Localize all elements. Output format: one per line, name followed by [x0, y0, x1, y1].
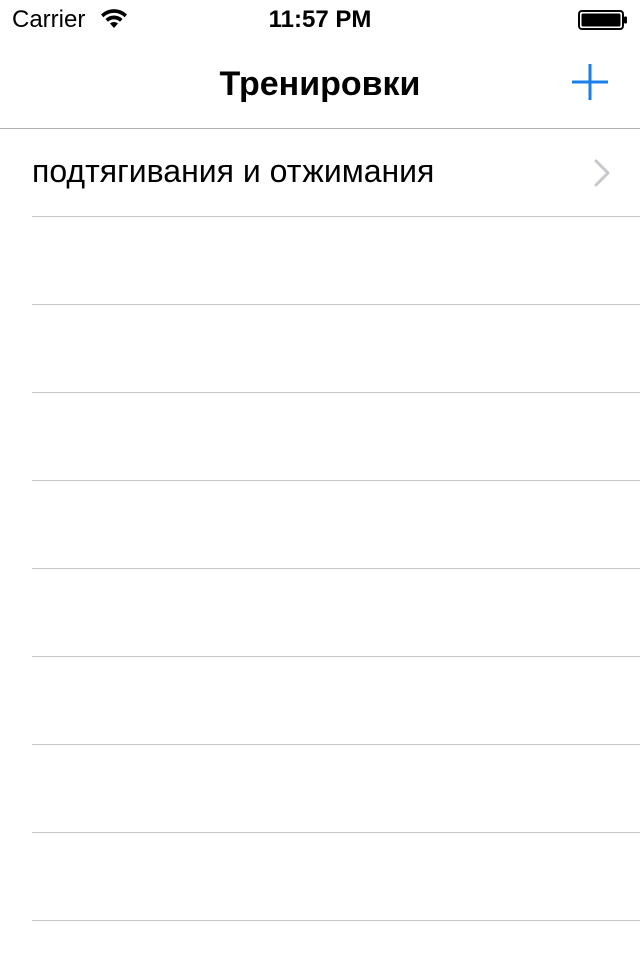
table-row-empty — [32, 481, 640, 569]
status-time: 11:57 PM — [268, 6, 372, 33]
table-row-empty — [32, 217, 640, 305]
table-row-empty — [32, 833, 640, 921]
navigation-bar: Тренировки — [0, 40, 640, 129]
table-row[interactable]: подтягивания и отжимания — [32, 129, 640, 217]
table-row-empty — [32, 305, 640, 393]
screen: Carrier 11:57 PM Тренировки подтягивания… — [0, 0, 640, 960]
add-button[interactable] — [570, 62, 610, 102]
table-row-empty — [32, 745, 640, 833]
plus-icon — [572, 64, 608, 100]
row-label: подтягивания и отжимания — [32, 153, 435, 189]
workouts-table: подтягивания и отжимания — [0, 129, 640, 921]
table-row-empty — [32, 393, 640, 481]
table-row-empty — [32, 569, 640, 657]
page-title: Тренировки — [219, 65, 421, 103]
status-bar: Carrier 11:57 PM — [0, 0, 640, 40]
table-row-empty — [32, 657, 640, 745]
chevron-right-icon — [594, 159, 610, 187]
battery-icon — [578, 10, 627, 30]
